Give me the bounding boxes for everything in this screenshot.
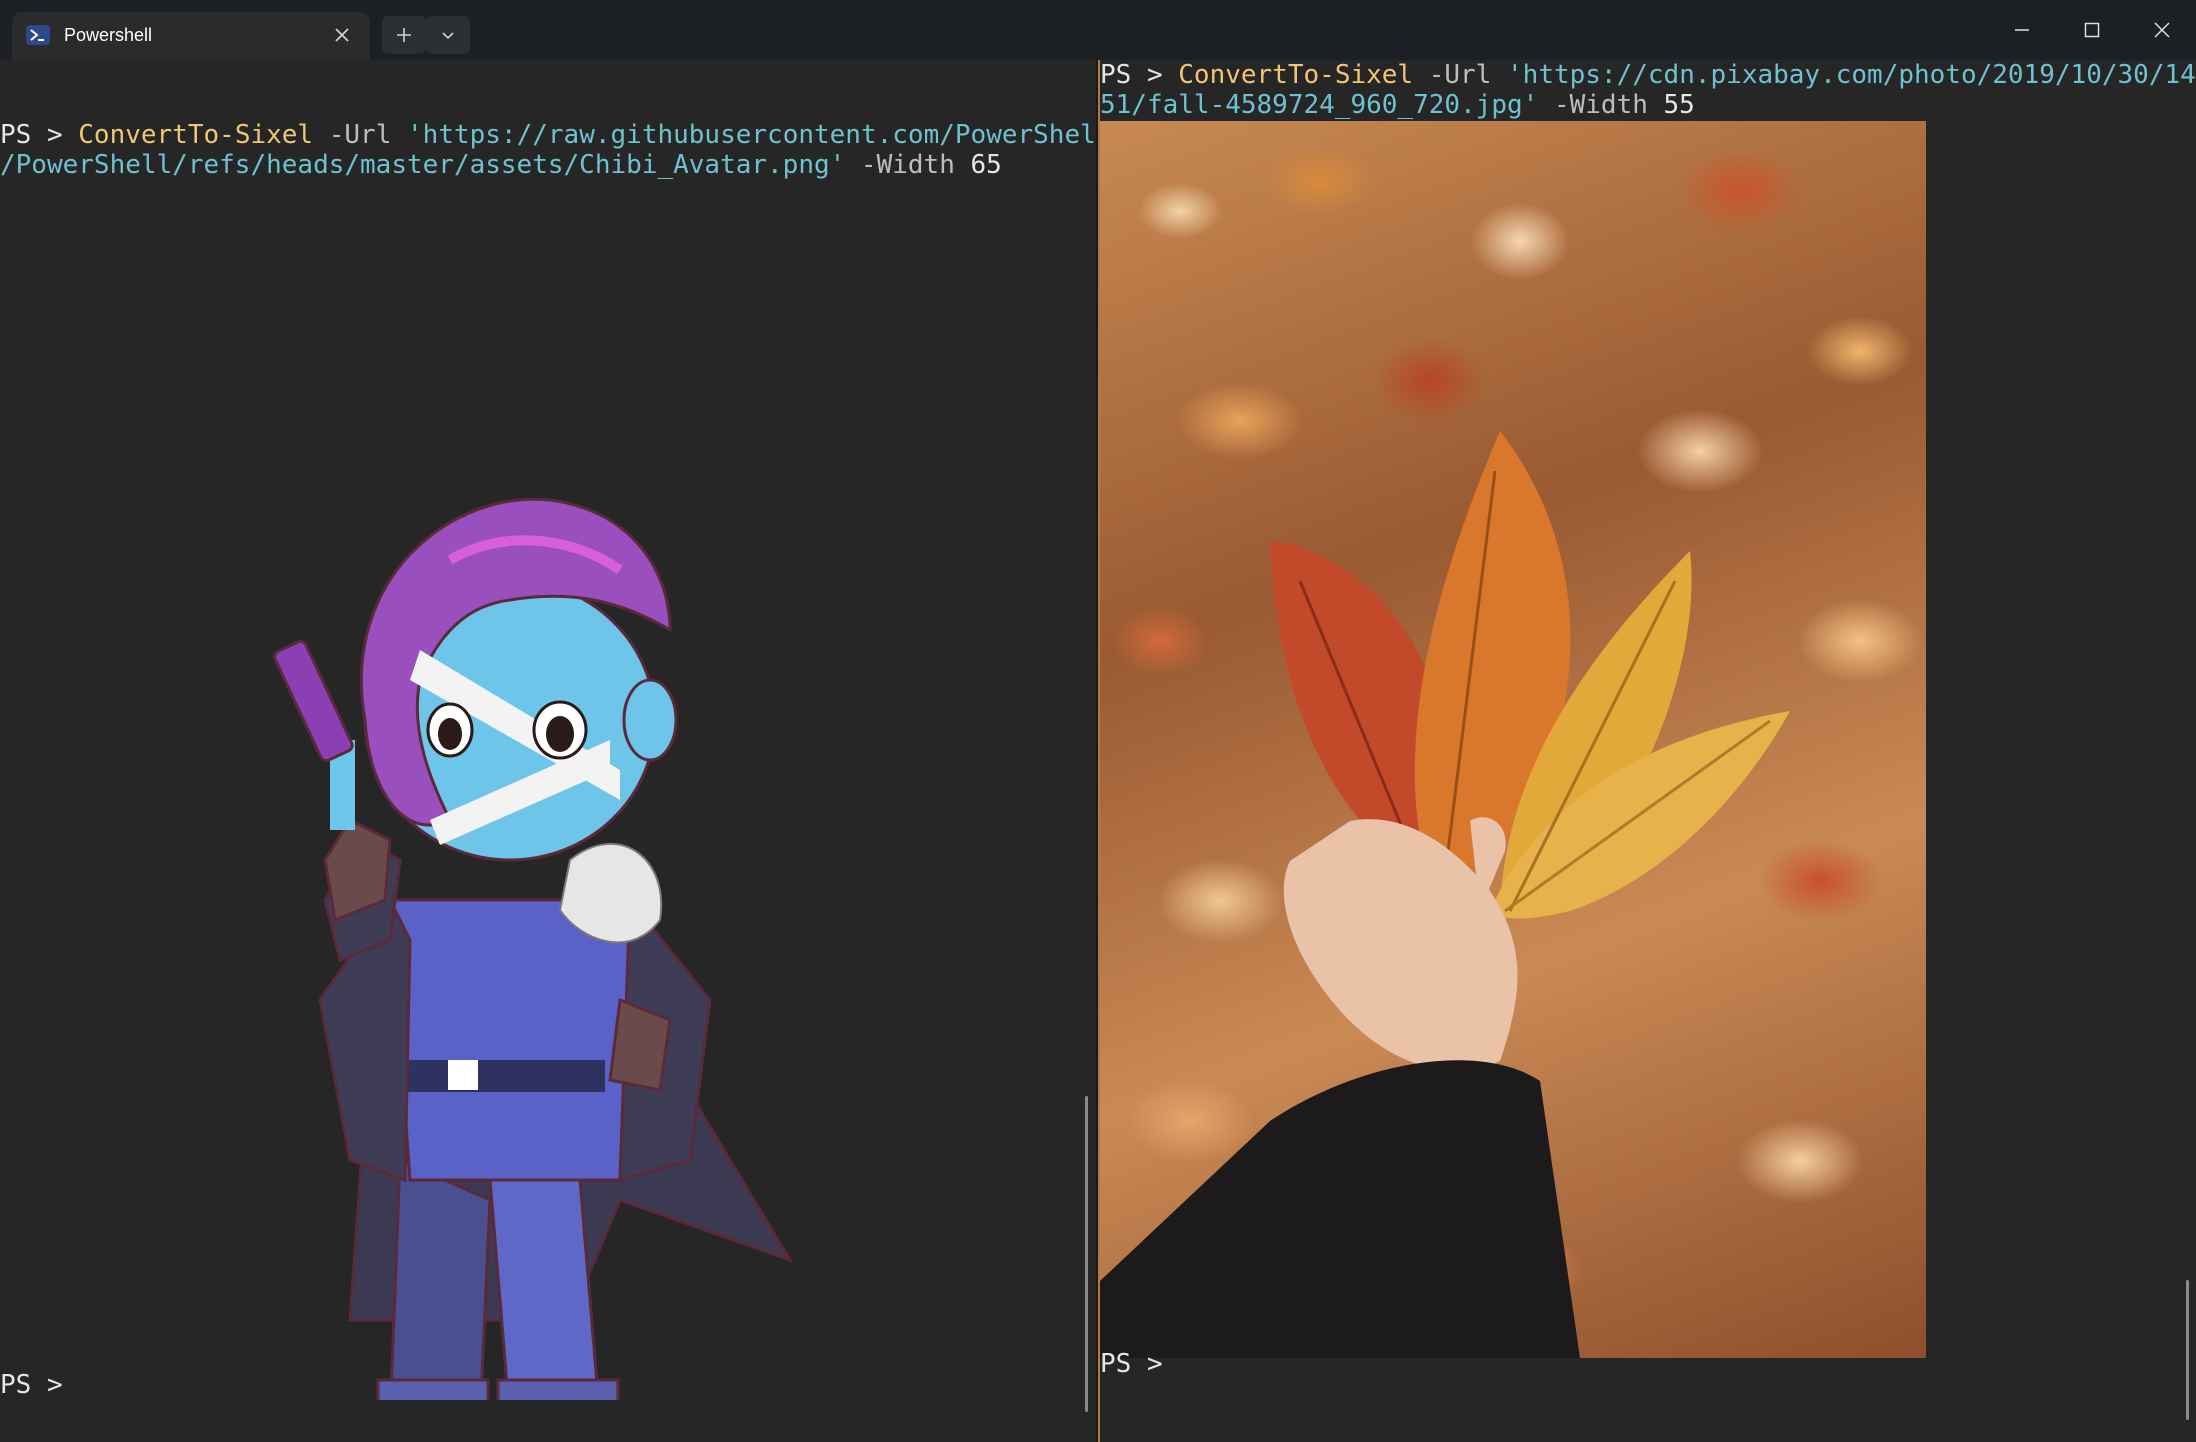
minimize-icon — [2015, 29, 2029, 31]
chevron-down-icon — [442, 32, 454, 40]
terminal-pane-right[interactable]: PS > ConvertTo-Sixel -Url 'https://cdn.p… — [1100, 60, 2196, 1442]
param-width: -Width — [845, 150, 971, 180]
powershell-icon — [26, 25, 50, 45]
chibi-avatar-image — [273, 497, 794, 1400]
command-line-wrap: 51/fall-4589724_960_720.jpg' -Width 55 — [1100, 90, 1695, 120]
url-string: 'https://cdn.pixabay.com/photo/2019/10/3… — [1507, 60, 2196, 90]
command-line: PS > ConvertTo-Sixel -Url 'https://raw.g… — [0, 120, 1096, 150]
param-url: -Url — [1413, 60, 1508, 90]
new-tab-button[interactable] — [382, 16, 426, 54]
tab-title: Powershell — [64, 25, 153, 45]
width-value: 55 — [1663, 90, 1695, 120]
width-value: 65 — [970, 150, 1002, 180]
scrollbar-right[interactable] — [2186, 1280, 2189, 1420]
window-close-button[interactable] — [2142, 14, 2182, 46]
prompt: PS > — [1100, 60, 1179, 90]
autumn-leaves-image — [1100, 121, 1926, 1358]
command-line: PS > ConvertTo-Sixel -Url 'https://cdn.p… — [1100, 60, 2196, 90]
prompt: PS > — [1100, 1349, 1179, 1379]
scrollbar-left[interactable] — [1085, 1096, 1088, 1412]
prompt: PS > — [0, 1370, 79, 1400]
title-bar: Powershell — [0, 0, 2196, 60]
url-string-cont: 51/fall-4589724_960_720.jpg' — [1100, 90, 1539, 120]
param-url: -Url — [313, 120, 408, 150]
close-icon — [2154, 22, 2170, 38]
maximize-icon — [2084, 22, 2100, 38]
maximize-button[interactable] — [2072, 14, 2112, 46]
prompt-line[interactable]: PS > — [1100, 1349, 1178, 1379]
plus-icon — [397, 28, 411, 42]
tab-dropdown-button[interactable] — [426, 16, 470, 54]
command-line-wrap: /PowerShell/refs/heads/master/assets/Chi… — [0, 150, 1002, 180]
minimize-button[interactable] — [2002, 14, 2042, 46]
param-width: -Width — [1538, 90, 1664, 120]
prompt-line[interactable]: PS > — [0, 1370, 78, 1400]
url-string-cont: /PowerShell/refs/heads/master/assets/Chi… — [0, 150, 846, 180]
command-name: ConvertTo-Sixel — [78, 120, 314, 150]
url-string: 'https://raw.githubusercontent.com/Power… — [407, 120, 1096, 150]
tab-powershell[interactable]: Powershell — [12, 12, 370, 60]
prompt: PS > — [0, 120, 79, 150]
command-name: ConvertTo-Sixel — [1178, 60, 1414, 90]
terminal-pane-left[interactable]: PS > ConvertTo-Sixel -Url 'https://raw.g… — [0, 60, 1096, 1442]
close-icon[interactable] — [332, 25, 352, 45]
